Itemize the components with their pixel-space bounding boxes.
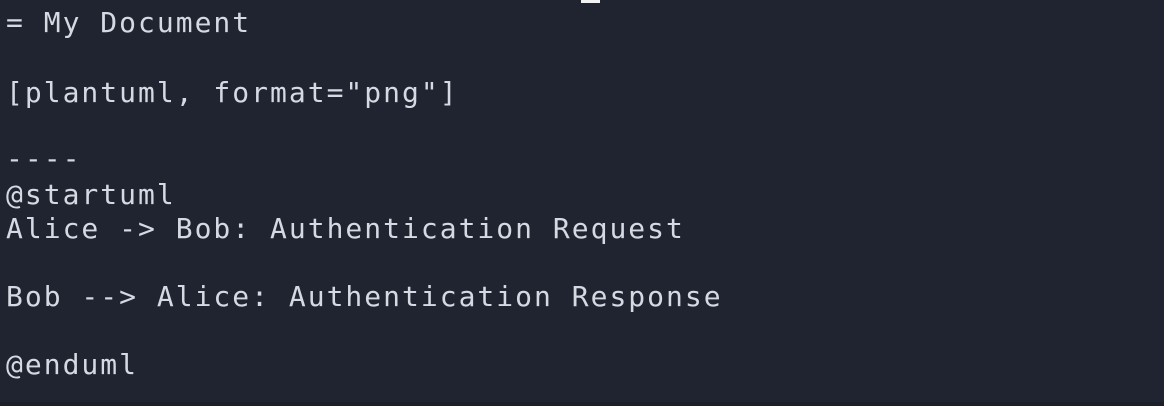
text-cursor <box>581 0 600 3</box>
code-editor[interactable]: = My Document [plantuml, format="png"] -… <box>0 0 1164 406</box>
startuml-line[interactable]: @startuml <box>6 178 176 212</box>
block-delimiter-line[interactable]: ---- <box>6 142 81 176</box>
document-title-line[interactable]: = My Document <box>6 6 251 40</box>
bob-to-alice-line[interactable]: Bob --> Alice: Authentication Response <box>6 280 723 314</box>
alice-to-bob-line[interactable]: Alice -> Bob: Authentication Request <box>6 212 685 246</box>
enduml-line[interactable]: @enduml <box>6 348 138 382</box>
plantuml-attribute-line[interactable]: [plantuml, format="png"] <box>6 76 459 110</box>
bottom-edge <box>0 402 1164 406</box>
